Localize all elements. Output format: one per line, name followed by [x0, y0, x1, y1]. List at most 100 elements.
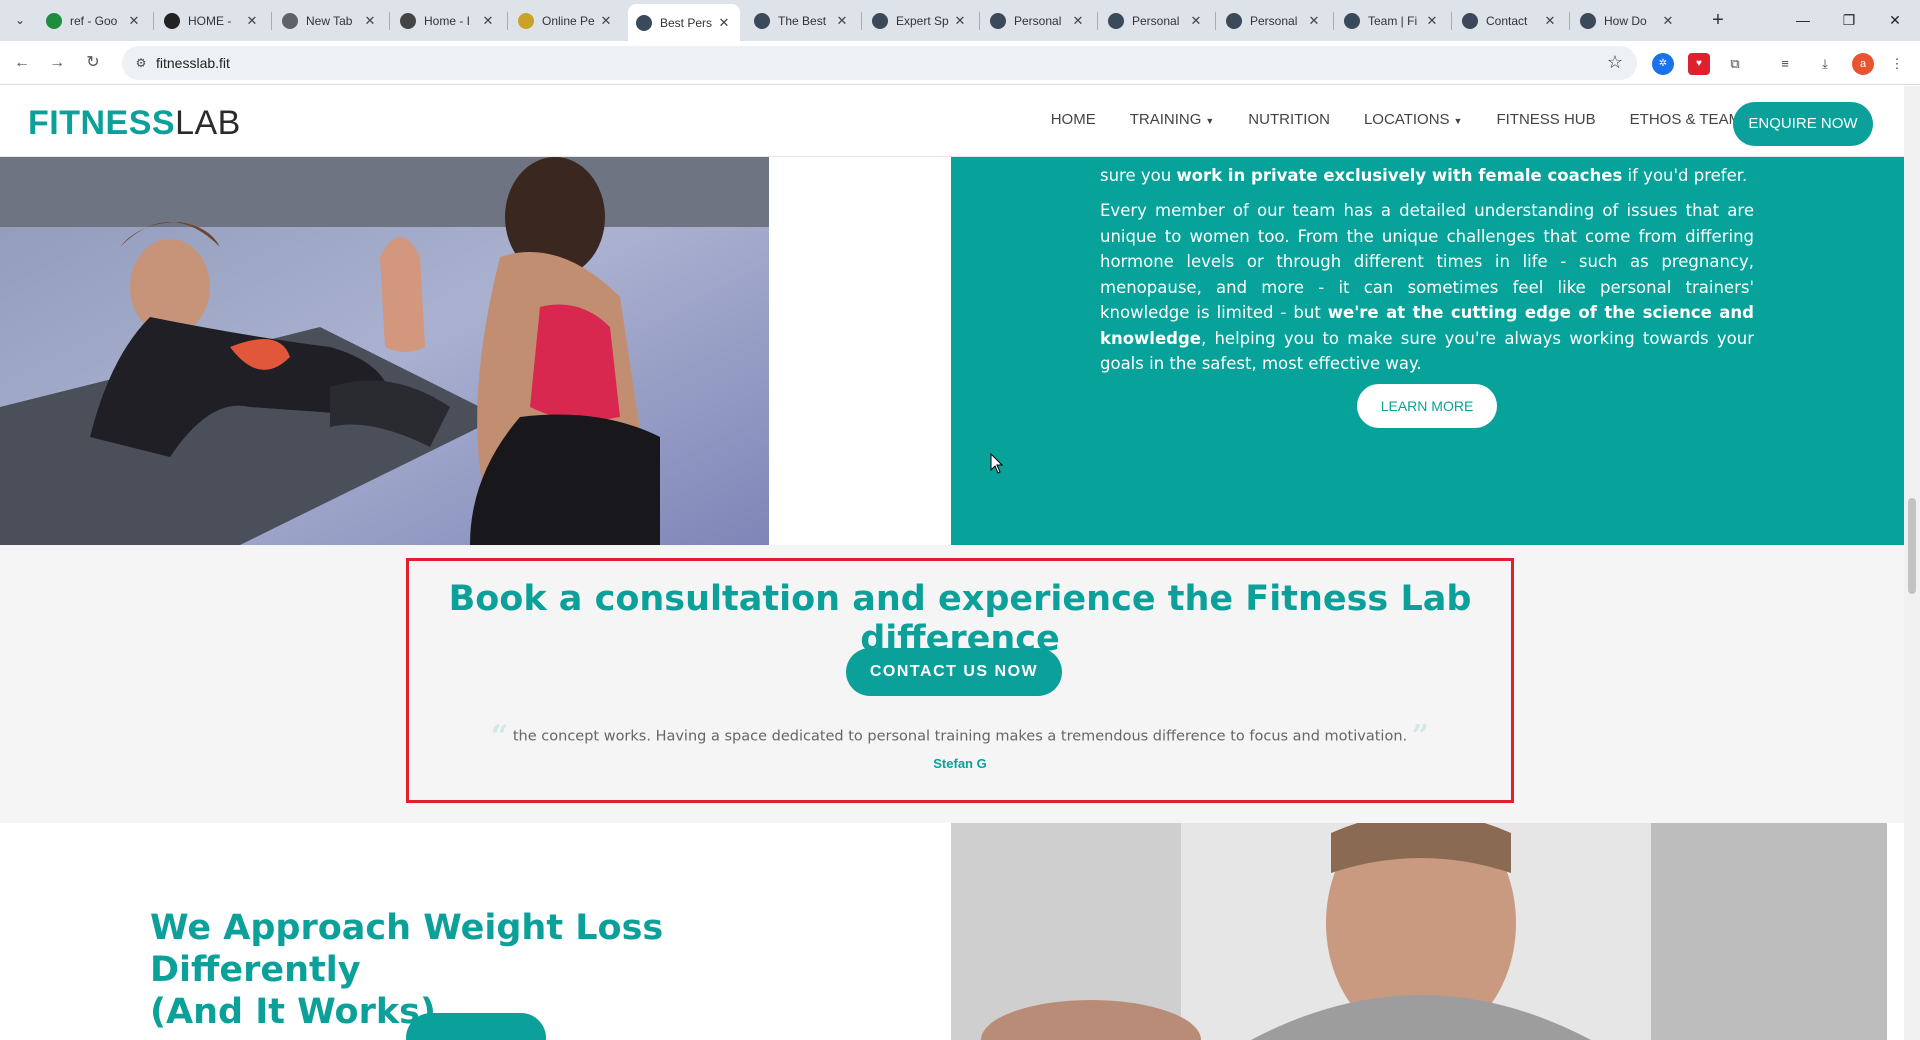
- browser-tab[interactable]: Personal ✕: [1218, 6, 1330, 35]
- fitnesslab-icon: [636, 14, 652, 31]
- browser-tab[interactable]: Personal ✕: [1100, 6, 1212, 35]
- puzzle-icon[interactable]: ⧉: [1724, 53, 1746, 75]
- enquire-now-button[interactable]: ENQUIRE NOW: [1733, 102, 1873, 146]
- browser-tab[interactable]: Personal ✕: [982, 6, 1094, 35]
- contact-us-button[interactable]: CONTACT US NOW: [846, 648, 1062, 696]
- close-window-icon[interactable]: ✕: [1872, 6, 1918, 34]
- tab-title: Best Pers: [660, 15, 713, 30]
- browser-tab[interactable]: How Do ✕: [1572, 6, 1684, 35]
- weight-loss-button[interactable]: [406, 1013, 546, 1040]
- tab-close-icon[interactable]: ✕: [598, 13, 614, 29]
- back-icon[interactable]: ←: [9, 50, 35, 76]
- tab-separator: [1569, 12, 1570, 30]
- nav-item-locations[interactable]: LOCATIONS ▼: [1364, 111, 1463, 128]
- tab-title: Home - I: [424, 13, 471, 28]
- browser-tab[interactable]: The Best ✕: [746, 6, 858, 35]
- tab-title: Team | Fi: [1368, 13, 1418, 28]
- minimize-icon[interactable]: —: [1780, 6, 1826, 34]
- tab-close-icon[interactable]: ✕: [952, 13, 968, 29]
- browser-tab[interactable]: ref - Goo ✕: [38, 6, 150, 35]
- fitnesslab-icon: [990, 12, 1006, 29]
- weight-loss-section: We Approach Weight Loss Differently (And…: [0, 823, 951, 1040]
- nav-item-training[interactable]: TRAINING ▼: [1130, 111, 1215, 128]
- tab-close-icon[interactable]: ✕: [480, 13, 496, 29]
- consultation-section: Book a consultation and experience the F…: [0, 545, 1904, 823]
- site-info-icon[interactable]: ⚙: [132, 54, 150, 72]
- nav-item-fitness-hub[interactable]: FITNESS HUB: [1496, 111, 1595, 128]
- trainer-photo: [951, 823, 1887, 1040]
- tab-close-icon[interactable]: ✕: [834, 13, 850, 29]
- new-tab-button[interactable]: +: [1705, 8, 1731, 34]
- tab-title: How Do: [1604, 13, 1647, 28]
- tab-close-icon[interactable]: ✕: [1306, 13, 1322, 29]
- browser-tab[interactable]: Team | Fi ✕: [1336, 6, 1448, 35]
- browser-tab[interactable]: New Tab ✕: [274, 6, 386, 35]
- media-icon[interactable]: ≡: [1774, 53, 1796, 75]
- consultation-heading: Book a consultation and experience the F…: [448, 579, 1472, 659]
- nav-item-label: FITNESS HUB: [1496, 111, 1596, 128]
- url-text: fitnesslab.fit: [156, 55, 230, 71]
- bookmark-star-icon[interactable]: ☆: [1607, 52, 1623, 73]
- training-photo: [0, 157, 769, 545]
- tab-separator: [1333, 12, 1334, 30]
- reload-icon[interactable]: ↻: [80, 50, 106, 76]
- p1-pre: sure you: [1100, 166, 1177, 185]
- browser-tab[interactable]: Contact ✕: [1454, 6, 1566, 35]
- site-header: FITNESSLAB HOME TRAINING ▼ NUTRITION LOCATIO…: [0, 86, 1904, 157]
- tab-close-icon[interactable]: ✕: [362, 13, 378, 29]
- nav-item-home[interactable]: HOME: [1051, 111, 1096, 128]
- tab-separator: [507, 12, 508, 30]
- tab-title: Personal: [1250, 13, 1298, 28]
- chrome-icon: [282, 12, 298, 29]
- tab-close-icon[interactable]: ✕: [244, 13, 260, 29]
- browser-tab[interactable]: Expert Sp ✕: [864, 6, 976, 35]
- tab-separator: [979, 12, 980, 30]
- tab-close-icon[interactable]: ✕: [716, 15, 732, 31]
- chevron-down-icon: ▼: [1205, 116, 1215, 126]
- tab-title: Personal: [1132, 13, 1180, 28]
- testimonial-line: “ the concept works. Having a space dedi…: [409, 719, 1511, 754]
- fitnesslab-icon: [1226, 12, 1242, 29]
- tab-close-icon[interactable]: ✕: [1542, 13, 1558, 29]
- address-bar[interactable]: ⚙ fitnesslab.fit ☆: [122, 46, 1637, 80]
- browser-tab[interactable]: HOME - ✕: [156, 6, 268, 35]
- tab-close-icon[interactable]: ✕: [1660, 13, 1676, 29]
- tab-close-icon[interactable]: ✕: [126, 13, 142, 29]
- tab-separator: [1097, 12, 1098, 30]
- nav-item-nutrition[interactable]: NUTRITION: [1248, 111, 1330, 128]
- tab-close-icon[interactable]: ✕: [1070, 13, 1086, 29]
- page-scrollbar[interactable]: [1904, 86, 1920, 1040]
- site-logo[interactable]: FITNESSLAB: [28, 104, 241, 143]
- p1-bold: work in private exclusively with female …: [1176, 166, 1623, 185]
- extension-icon[interactable]: ✲: [1652, 53, 1674, 75]
- shield-extension-icon[interactable]: ♥: [1688, 53, 1710, 75]
- tab-search-icon[interactable]: ⌄: [8, 8, 32, 32]
- fitnesslab-icon: [754, 12, 770, 29]
- tab-title: Expert Sp: [896, 13, 949, 28]
- menu-icon[interactable]: ⋮: [1886, 53, 1908, 75]
- highlight-box: Book a consultation and experience the F…: [406, 558, 1514, 803]
- tab-close-icon[interactable]: ✕: [1188, 13, 1204, 29]
- profile-avatar[interactable]: a: [1852, 53, 1874, 75]
- download-icon[interactable]: ⤓: [1814, 53, 1836, 75]
- tab-separator: [271, 12, 272, 30]
- tab-title: HOME -: [188, 13, 232, 28]
- nav-item-label: NUTRITION: [1248, 111, 1330, 128]
- nav-item-label: ETHOS & TEAM: [1629, 111, 1742, 128]
- logo-bold: FITNESS: [28, 104, 176, 142]
- site-icon: [400, 12, 416, 29]
- restore-icon[interactable]: ❐: [1826, 6, 1872, 34]
- browser-tab[interactable]: Best Pers ✕: [628, 4, 740, 41]
- tab-title: New Tab: [306, 13, 353, 28]
- main-nav: HOME TRAINING ▼ NUTRITION LOCATIONS ▼ FITNESS …: [1017, 111, 1754, 128]
- browser-tab[interactable]: Online Pe ✕: [510, 6, 622, 35]
- tab-close-icon[interactable]: ✕: [1424, 13, 1440, 29]
- fitnesslab-icon: [1462, 12, 1478, 29]
- nav-item-label: TRAINING: [1129, 111, 1202, 128]
- tab-separator: [389, 12, 390, 30]
- scrollbar-thumb[interactable]: [1908, 498, 1916, 594]
- forward-icon[interactable]: →: [44, 50, 70, 76]
- learn-more-button[interactable]: LEARN MORE: [1357, 384, 1497, 428]
- browser-tab[interactable]: Home - I ✕: [392, 6, 504, 35]
- panel-paragraph-1: sure you work in private exclusively wit…: [1100, 163, 1754, 189]
